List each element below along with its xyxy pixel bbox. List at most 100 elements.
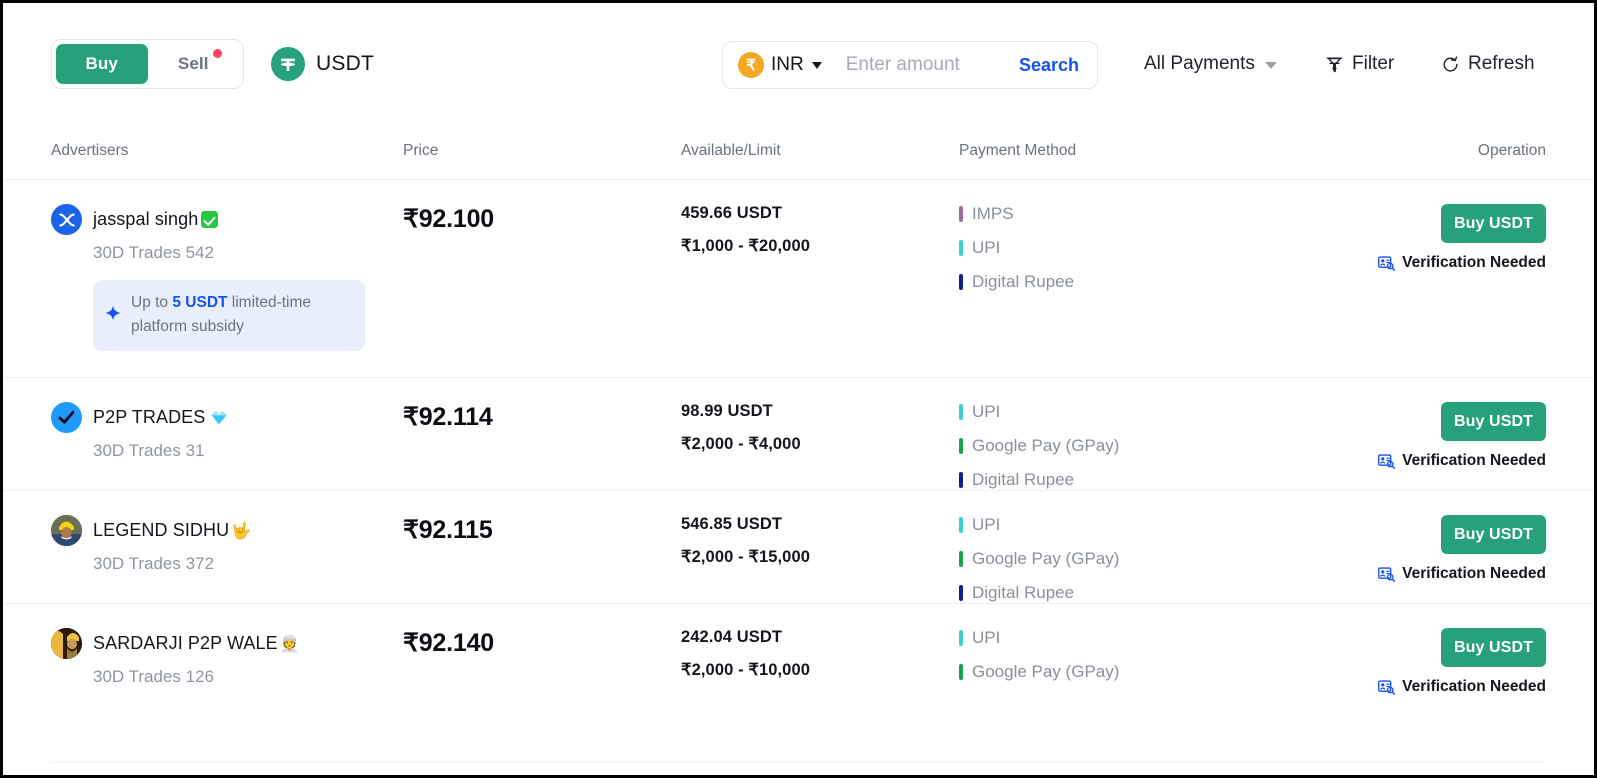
- payment-color-marker: [959, 206, 963, 222]
- payment-color-marker: [959, 472, 963, 489]
- payment-method-item: Google Pay (GPay): [959, 662, 1349, 682]
- top-toolbar: Buy Sell USDT ₹ INR Search: [3, 3, 1594, 123]
- subsidy-text: Up to 5 USDT limited-time platform subsi…: [131, 291, 351, 339]
- payment-method-label: UPI: [972, 238, 1001, 257]
- limit-range: ₹2,000 - ₹4,000: [681, 435, 801, 454]
- payment-method-label: UPI: [972, 515, 1001, 535]
- verification-label: Verification Needed: [1402, 565, 1546, 583]
- available-amount: 459.66 USDT: [681, 204, 783, 222]
- all-payments-dropdown[interactable]: All Payments: [1144, 53, 1277, 75]
- payment-method-label: UPI: [972, 402, 1001, 422]
- advertiser-cell: jasspal singh 30D Trades 542 Up to 5 USDT …: [51, 204, 403, 377]
- advertiser-name-wrap: LEGEND SIDHU 🤟: [93, 520, 251, 541]
- subsidy-badge: Up to 5 USDT limited-time platform subsi…: [93, 280, 365, 352]
- operation-cell: Buy USDT Verification Needed: [1349, 628, 1546, 713]
- advertiser-name: P2P TRADES: [93, 407, 206, 428]
- advertiser-name: SARDARJI P2P WALE: [93, 633, 278, 654]
- buy-sell-toggle[interactable]: Buy Sell: [51, 39, 244, 89]
- payment-method-label: Digital Rupee: [972, 583, 1075, 603]
- payment-methods-cell: UPI Google Pay (GPay) Digital Rupee: [959, 515, 1349, 603]
- refresh-icon: [1443, 55, 1458, 72]
- price-cell: ₹92.115: [403, 515, 681, 603]
- page-body: Buy Sell USDT ₹ INR Search: [3, 3, 1594, 775]
- notification-dot-icon: [213, 49, 222, 58]
- payment-color-marker: [959, 585, 963, 602]
- payment-method-item: IMPS: [959, 204, 1349, 224]
- row-spacer: [51, 461, 403, 487]
- table-row[interactable]: jasspal singh 30D Trades 542 Up to 5 USDT …: [3, 179, 1594, 377]
- coin-selector[interactable]: USDT: [271, 47, 374, 81]
- available-cell: 98.99 USDT ₹2,000 - ₹4,000: [681, 402, 959, 490]
- table-header-row: Advertisers Price Available/Limit Paymen…: [3, 123, 1594, 179]
- limit-range: ₹2,000 - ₹10,000: [681, 661, 811, 680]
- sparkle-icon: [105, 305, 121, 326]
- payment-method-item: Google Pay (GPay): [959, 436, 1349, 456]
- payment-color-marker: [959, 240, 963, 256]
- payment-method-label: Digital Rupee: [972, 272, 1075, 291]
- bottom-divider: [51, 762, 1546, 763]
- header-available: Available/Limit: [681, 142, 781, 159]
- buy-usdt-button[interactable]: Buy USDT: [1441, 628, 1546, 668]
- subsidy-highlight: 5 USDT: [172, 294, 228, 311]
- buy-tab[interactable]: Buy: [56, 44, 148, 84]
- operation-cell: Buy USDT Verification Needed: [1349, 204, 1546, 377]
- currency-code-label: INR: [771, 54, 804, 75]
- search-button[interactable]: Search: [1019, 55, 1079, 76]
- header-operation: Operation: [1477, 142, 1546, 159]
- advertiser-avatar: [51, 204, 82, 235]
- rupee-currency-icon: ₹: [738, 52, 764, 78]
- amount-search-box[interactable]: ₹ INR Search: [722, 41, 1098, 89]
- filter-label: Filter: [1352, 53, 1395, 74]
- header-price: Price: [403, 142, 439, 159]
- all-payments-label: All Payments: [1144, 53, 1255, 74]
- advertiser-avatar: [51, 628, 82, 660]
- payment-method-label: UPI: [972, 628, 1001, 648]
- sell-tab[interactable]: Sell: [148, 44, 240, 84]
- advertiser-identity[interactable]: jasspal singh: [51, 204, 403, 235]
- available-cell: 459.66 USDT ₹1,000 - ₹20,000: [681, 204, 959, 377]
- available-amount: 98.99 USDT: [681, 402, 773, 421]
- available-amount: 242.04 USDT: [681, 628, 783, 647]
- advertiser-name-wrap: jasspal singh: [93, 209, 219, 230]
- buy-usdt-button[interactable]: Buy USDT: [1441, 515, 1546, 555]
- advertiser-identity[interactable]: P2P TRADES: [51, 402, 403, 434]
- advertiser-cell: P2P TRADES 30D Trades 31: [51, 402, 403, 490]
- advertiser-identity[interactable]: SARDARJI P2P WALE 👳: [51, 628, 403, 660]
- payment-method-item: UPI: [959, 628, 1349, 648]
- payment-method-label: Google Pay (GPay): [972, 549, 1120, 569]
- amount-input[interactable]: [845, 54, 1019, 76]
- refresh-label: Refresh: [1468, 53, 1535, 74]
- verification-needed-note: Verification Needed: [1378, 452, 1546, 470]
- buy-usdt-button[interactable]: Buy USDT: [1441, 204, 1546, 243]
- available-cell: 242.04 USDT ₹2,000 - ₹10,000: [681, 628, 959, 713]
- p2p-marketplace-screen: Buy Sell USDT ₹ INR Search: [0, 0, 1597, 778]
- filter-button[interactable]: Filter: [1325, 53, 1394, 75]
- advertiser-cell: LEGEND SIDHU 🤟 30D Trades 372: [51, 515, 403, 603]
- payment-method-item: UPI: [959, 515, 1349, 535]
- payment-color-marker: [959, 438, 963, 455]
- payment-method-item: UPI: [959, 238, 1349, 258]
- chevron-down-icon[interactable]: [811, 61, 822, 69]
- table-row[interactable]: SARDARJI P2P WALE 👳 30D Trades 126 ₹92.140 2…: [3, 603, 1594, 713]
- price-value: ₹92.100: [403, 205, 494, 233]
- buy-usdt-button[interactable]: Buy USDT: [1441, 402, 1546, 442]
- header-payment: Payment Method: [959, 142, 1077, 159]
- buy-tab-label: Buy: [85, 54, 118, 73]
- advertiser-trades: 30D Trades 126: [93, 667, 214, 687]
- table-row[interactable]: P2P TRADES 30D Trades 31 ₹92.114 98.99 USDT…: [3, 377, 1594, 490]
- payment-method-item: Digital Rupee: [959, 272, 1349, 292]
- currency-selector[interactable]: ₹ INR: [738, 52, 822, 78]
- payment-color-marker: [959, 404, 963, 421]
- table-row[interactable]: LEGEND SIDHU 🤟 30D Trades 372 ₹92.115 546.85…: [3, 490, 1594, 603]
- payment-method-item: Digital Rupee: [959, 583, 1349, 603]
- advertiser-avatar: [51, 515, 82, 547]
- payment-method-item: Google Pay (GPay): [959, 549, 1349, 569]
- advertiser-identity[interactable]: LEGEND SIDHU 🤟: [51, 515, 403, 547]
- advertiser-cell: SARDARJI P2P WALE 👳 30D Trades 126: [51, 628, 403, 713]
- refresh-button[interactable]: Refresh: [1441, 53, 1535, 75]
- verification-label: Verification Needed: [1402, 678, 1546, 696]
- payment-color-marker: [959, 551, 963, 568]
- verification-label: Verification Needed: [1402, 254, 1546, 271]
- limit-range: ₹1,000 - ₹20,000: [681, 237, 811, 255]
- verification-id-icon: [1378, 679, 1396, 695]
